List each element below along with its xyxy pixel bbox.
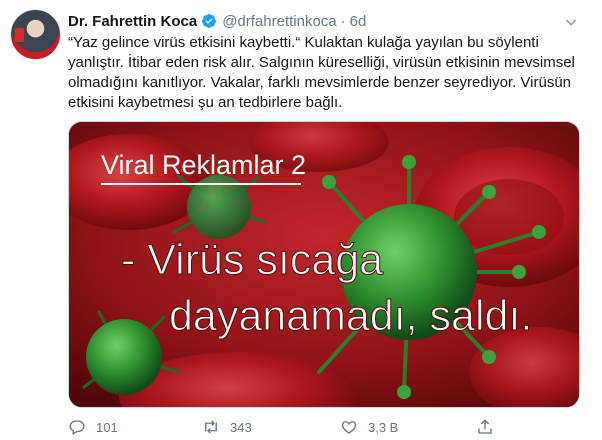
tweet-text: “Yaz gelince virüs etkisini kaybetti.“ K… — [68, 33, 578, 113]
tweet-header: Dr. Fahrettin Koca @drfahrettinkoca · 6d — [68, 11, 366, 31]
display-name[interactable]: Dr. Fahrettin Koca — [68, 13, 197, 30]
tweet-text-line: “Yaz gelince virüs etkisini kaybetti.“ K… — [68, 34, 539, 51]
reply-button[interactable]: 101 — [68, 416, 118, 438]
timestamp[interactable]: 6d — [350, 13, 367, 30]
chevron-down-icon[interactable] — [563, 14, 579, 30]
media-headline-line2: dayanamadı, saldı. — [169, 292, 532, 340]
media-headline-line1: - Virüs sıcağa — [121, 236, 383, 284]
tweet-text-line: yanlıştır. İtibar eden risk alır. Salgın… — [68, 54, 575, 71]
tweet-media-image[interactable]: Viral Reklamlar 2 - Virüs sıcağa dayanam… — [68, 121, 580, 408]
handle[interactable]: @drfahrettinkoca — [222, 13, 336, 30]
share-button[interactable] — [476, 416, 494, 438]
separator-dot: · — [340, 12, 346, 30]
verified-badge-icon — [202, 14, 217, 28]
reply-icon — [69, 420, 85, 435]
media-title: Viral Reklamlar 2 — [101, 150, 306, 180]
retweet-button[interactable]: 343 — [202, 416, 252, 438]
tweet-text-line: olmadığını kanıtlıyor. Vakalar, farklı m… — [68, 74, 572, 91]
reply-count: 101 — [96, 419, 118, 435]
retweet-icon — [205, 420, 217, 434]
avatar-flag-pin — [15, 28, 24, 42]
tweet-text-line: etkisini kaybetmesi şu an tedbirlere bağ… — [68, 94, 343, 111]
like-count: 3,3 B — [368, 419, 399, 435]
retweet-count: 343 — [230, 419, 252, 435]
share-icon — [478, 419, 492, 434]
heart-icon — [341, 421, 357, 434]
tweet[interactable]: Dr. Fahrettin Koca @drfahrettinkoca · 6d… — [0, 0, 602, 440]
avatar[interactable] — [10, 9, 61, 60]
virus-illustration: Viral Reklamlar 2 - Virüs sıcağa dayanam… — [69, 122, 579, 407]
tweet-actions: 101 343 3,3 B — [68, 416, 578, 438]
like-button[interactable]: 3,3 B — [340, 416, 398, 438]
